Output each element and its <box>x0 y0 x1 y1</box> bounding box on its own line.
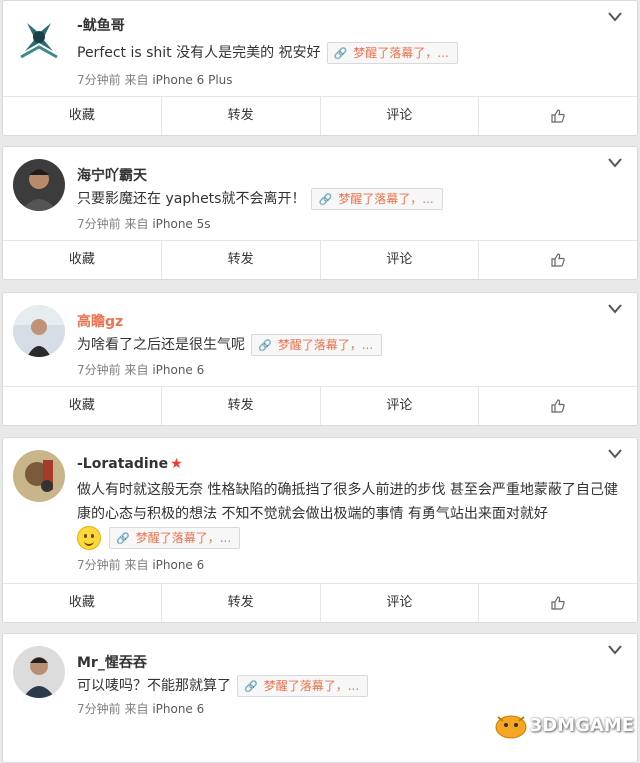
quoted-post-link[interactable]: 🔗 梦醒了落幕了，... <box>311 188 443 210</box>
quoted-post-text: 梦醒了落幕了，... <box>338 192 434 206</box>
like-button[interactable] <box>478 584 637 622</box>
username[interactable]: 高瞻gz <box>77 311 123 331</box>
avatar[interactable] <box>13 450 65 502</box>
smiley-emoji-icon <box>77 526 101 550</box>
comment-text: Perfect is shit 没有人是完美的 祝安好 🔗 梦醒了落幕了，... <box>77 41 458 65</box>
from-label: 来自 <box>124 363 149 377</box>
thumbs-up-icon <box>551 109 565 123</box>
post-time: 7分钟前 <box>77 558 121 572</box>
quoted-post-link[interactable]: 🔗 梦醒了落幕了，... <box>251 334 383 356</box>
comment-text: 为啥看了之后还是很生气呢 🔗 梦醒了落幕了，... <box>77 333 383 357</box>
username[interactable]: 海宁吖霸天 <box>77 165 147 185</box>
chevron-down-icon[interactable] <box>607 448 623 460</box>
post-time: 7分钟前 <box>77 702 121 716</box>
collect-button[interactable]: 收藏 <box>3 584 161 622</box>
comment-card: Mr_惺吞吞 可以唛吗？不能那就算了 🔗 梦醒了落幕了，... 7分钟前 来自 iP… <box>2 633 638 763</box>
comment-button[interactable]: 评论 <box>319 241 479 279</box>
comment-card: -Loratadine ★ 做人有时就这般无奈 性格缺陷的确抵挡了很多人前进的步伐… <box>2 437 638 623</box>
from-label: 来自 <box>124 558 149 572</box>
quoted-post-link[interactable]: 🔗 梦醒了落幕了，... <box>109 527 241 549</box>
repost-button[interactable]: 转发 <box>160 387 320 425</box>
from-label: 来自 <box>124 217 149 231</box>
action-bar: 收藏 转发 评论 <box>3 240 637 279</box>
like-button[interactable] <box>478 97 637 135</box>
quoted-post-link[interactable]: 🔗 梦醒了落幕了，... <box>237 675 369 697</box>
like-button[interactable] <box>478 387 637 425</box>
post-meta: 7分钟前 来自 iPhone 6 <box>77 361 204 378</box>
avatar[interactable] <box>13 159 65 211</box>
username[interactable]: -鱿鱼哥 <box>77 15 125 35</box>
action-bar: 收藏 转发 评论 <box>3 583 637 622</box>
link-icon: 🔗 <box>116 532 130 545</box>
comment-button[interactable]: 评论 <box>319 584 479 622</box>
device-name: iPhone 6 <box>152 363 205 377</box>
action-bar: 收藏 转发 评论 <box>3 386 637 425</box>
from-label: 来自 <box>124 73 149 87</box>
chevron-down-icon[interactable] <box>607 303 623 315</box>
username[interactable]: Mr_惺吞吞 <box>77 652 147 672</box>
collect-button[interactable]: 收藏 <box>3 97 161 135</box>
device-name: iPhone 6 <box>152 558 205 572</box>
comment-body: Perfect is shit 没有人是完美的 祝安好 <box>77 45 321 61</box>
quoted-post-text: 梦醒了落幕了，... <box>277 338 374 352</box>
avatar[interactable] <box>13 646 65 698</box>
quoted-post-link[interactable]: 🔗 梦醒了落幕了，... <box>326 42 458 64</box>
chevron-down-icon[interactable] <box>607 157 623 169</box>
comment-body: 只要影魔还在 yaphets就不会离开！ <box>77 191 306 207</box>
repost-button[interactable]: 转发 <box>160 584 320 622</box>
comment-body: 可以唛吗？不能那就算了 <box>77 678 231 694</box>
quoted-post-text: 梦醒了落幕了，... <box>353 46 449 60</box>
post-meta: 7分钟前 来自 iPhone 6 <box>77 556 204 573</box>
repost-button[interactable]: 转发 <box>160 97 320 135</box>
device-name: iPhone 5s <box>152 217 211 231</box>
chevron-down-icon[interactable] <box>607 644 623 656</box>
avatar[interactable] <box>13 13 65 65</box>
avatar[interactable] <box>13 305 65 357</box>
link-icon: 🔗 <box>244 680 258 693</box>
post-meta: 7分钟前 来自 iPhone 6 <box>77 700 204 717</box>
thumbs-up-icon <box>551 596 565 610</box>
thumbs-up-icon <box>551 253 565 267</box>
quoted-post-text: 梦醒了落幕了，... <box>263 679 360 693</box>
watermark-text: 3DMGAME <box>529 714 634 736</box>
thumbs-up-icon <box>551 399 565 413</box>
from-label: 来自 <box>124 702 149 716</box>
post-time: 7分钟前 <box>77 217 121 231</box>
chevron-down-icon[interactable] <box>607 11 623 23</box>
comment-body: 做人有时就这般无奈 性格缺陷的确抵挡了很多人前进的步伐 甚至会严重地蒙蔽了自己健… <box>77 482 618 522</box>
post-meta: 7分钟前 来自 iPhone 6 Plus <box>77 71 233 88</box>
username-text[interactable]: -Loratadine <box>77 456 168 472</box>
comment-card: -鱿鱼哥 Perfect is shit 没有人是完美的 祝安好 🔗 梦醒了落幕了，… <box>2 0 638 136</box>
comment-button[interactable]: 评论 <box>319 97 479 135</box>
dm-logo-icon <box>495 715 527 739</box>
post-meta: 7分钟前 来自 iPhone 5s <box>77 215 211 232</box>
device-name: iPhone 6 Plus <box>152 73 233 87</box>
watermark: 3DMGAME <box>494 711 634 739</box>
comment-text: 只要影魔还在 yaphets就不会离开！ 🔗 梦醒了落幕了，... <box>77 187 443 211</box>
comment-text: 可以唛吗？不能那就算了 🔗 梦醒了落幕了，... <box>77 674 369 698</box>
action-bar: 收藏 转发 评论 <box>3 96 637 135</box>
username[interactable]: -Loratadine ★ <box>77 456 183 472</box>
comment-button[interactable]: 评论 <box>319 387 479 425</box>
verified-star-icon: ★ <box>170 456 183 472</box>
post-time: 7分钟前 <box>77 363 121 377</box>
quoted-post-text: 梦醒了落幕了，... <box>135 531 232 545</box>
link-icon: 🔗 <box>333 47 348 60</box>
repost-button[interactable]: 转发 <box>160 241 320 279</box>
post-time: 7分钟前 <box>77 73 121 87</box>
comment-card: 高瞻gz 为啥看了之后还是很生气呢 🔗 梦醒了落幕了，... 7分钟前 来自 iPh… <box>2 292 638 426</box>
comment-card: 海宁吖霸天 只要影魔还在 yaphets就不会离开！ 🔗 梦醒了落幕了，... 7分… <box>2 146 638 280</box>
collect-button[interactable]: 收藏 <box>3 241 161 279</box>
collect-button[interactable]: 收藏 <box>3 387 161 425</box>
comment-text: 做人有时就这般无奈 性格缺陷的确抵挡了很多人前进的步伐 甚至会严重地蒙蔽了自己健… <box>77 478 629 550</box>
comment-body: 为啥看了之后还是很生气呢 <box>77 337 245 353</box>
link-icon: 🔗 <box>258 339 272 352</box>
like-button[interactable] <box>478 241 637 279</box>
device-name: iPhone 6 <box>152 702 205 716</box>
link-icon: 🔗 <box>318 193 333 206</box>
